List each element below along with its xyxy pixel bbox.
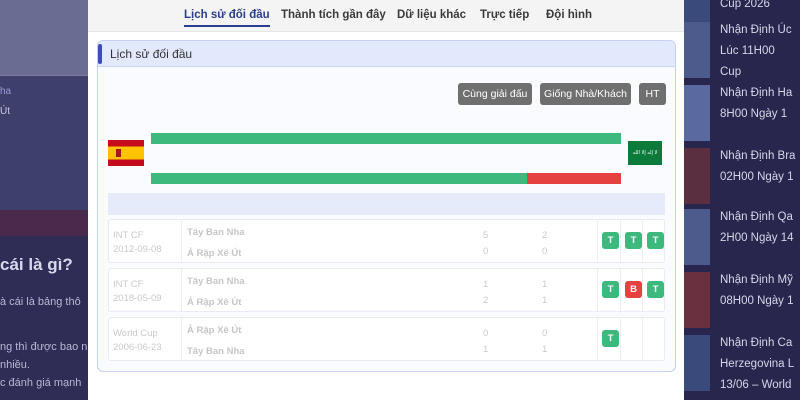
news-thumbnail <box>682 85 710 141</box>
tab-head-to-head[interactable]: Lịch sử đối đầu <box>184 9 270 27</box>
news-item[interactable]: Nhận Định Úc Lúc 11H00 Cup <box>682 20 800 82</box>
news-item[interactable]: Nhận Định Qa 2H00 Ngày 14 <box>682 207 800 269</box>
panel-accent-bar <box>98 44 102 64</box>
summary-bar-win-segment <box>151 133 621 144</box>
result-badge: T <box>602 232 619 249</box>
column-divider <box>597 220 598 262</box>
tab-recent-form[interactable]: Thành tích gần đây <box>281 9 386 21</box>
result-badge: T <box>602 330 619 347</box>
result-badge: T <box>602 281 619 298</box>
match-score-1: 0 <box>483 328 489 339</box>
matches-table-header <box>108 193 665 215</box>
match-date: 2006-06-23 <box>113 342 162 353</box>
match-team-1: Tây Ban Nha <box>187 276 245 287</box>
result-badge: T <box>647 232 664 249</box>
match-score-1: 1 <box>483 279 489 290</box>
match-team-1: Tây Ban Nha <box>187 227 245 238</box>
news-title: Nhận Định Bra 02H00 Ngày 1 <box>720 150 796 183</box>
background-banner <box>0 0 90 75</box>
column-divider <box>181 220 182 262</box>
summary-bar-win-segment <box>151 173 527 184</box>
match-ht-2: 1 <box>542 295 548 306</box>
news-thumbnail <box>682 335 710 391</box>
summary-bar-loss-segment <box>527 173 621 184</box>
result-badge: T <box>625 232 642 249</box>
column-divider <box>642 220 643 262</box>
news-thumbnail <box>682 209 710 265</box>
saudi-arabia-flag-icon: لا إله إلا الله <box>628 141 662 165</box>
news-thumbnail <box>682 272 710 328</box>
match-team-1: Ả Rập Xê Út <box>187 325 242 336</box>
panel-title: Lịch sử đối đầu <box>110 47 193 61</box>
match-score-2: 0 <box>483 246 489 257</box>
tab-bar: Lịch sử đối đầu Thành tích gần đây Dữ li… <box>88 0 684 32</box>
column-divider <box>620 269 621 311</box>
spain-flag-icon <box>108 140 144 166</box>
match-league: World Cup <box>113 328 158 339</box>
background-text: c đánh giá mạnh <box>0 377 82 389</box>
column-divider <box>620 318 621 360</box>
column-divider <box>181 318 182 360</box>
news-item[interactable]: Nhận Định Bra 02H00 Ngày 1 <box>682 146 800 208</box>
news-title: Cup 2026 <box>720 0 770 10</box>
news-item[interactable]: Nhận Định Ha 8H00 Ngày 1 <box>682 83 800 145</box>
half-time-button[interactable]: HT <box>639 83 666 105</box>
background-page-left: ha Út <box>0 0 90 400</box>
match-team-2: Tây Ban Nha <box>187 346 245 357</box>
column-divider <box>597 318 598 360</box>
column-divider <box>620 220 621 262</box>
column-divider <box>642 269 643 311</box>
summary-bar-2 <box>151 173 621 184</box>
summary-bar-1 <box>151 133 621 144</box>
head-to-head-panel: Lịch sử đối đầu Cùng giải đấu Giống Nhà/… <box>97 40 676 372</box>
match-row[interactable]: INT CF 2012-09-08 Tây Ban Nha Ả Rập Xê Ú… <box>108 219 665 263</box>
background-text: nhiều. <box>0 359 30 371</box>
result-badge: T <box>647 281 664 298</box>
background-text: à cái là bảng thô <box>0 296 81 308</box>
same-league-button[interactable]: Cùng giải đấu <box>458 83 532 105</box>
match-date: 2012-09-08 <box>113 244 162 255</box>
match-team-2: Ả Rập Xê Út <box>187 248 242 259</box>
background-heading: cái là gì? <box>0 255 73 274</box>
match-score-2: 2 <box>483 295 489 306</box>
column-divider <box>181 269 182 311</box>
match-score-1: 5 <box>483 230 489 241</box>
match-league: INT CF <box>113 279 144 290</box>
match-score-2: 1 <box>483 344 489 355</box>
background-nav <box>0 75 90 210</box>
panel-header: Lịch sử đối đầu <box>98 41 675 67</box>
match-team-2: Ả Rập Xê Út <box>187 297 242 308</box>
match-date: 2018-05-09 <box>113 293 162 304</box>
tab-other-data[interactable]: Dữ liệu khác <box>397 9 466 21</box>
background-stripe <box>0 210 90 236</box>
news-item[interactable]: Nhận Định Mỹ 08H00 Ngày 1 <box>682 270 800 332</box>
news-title: Nhận Định Ca Herzegovina L 13/06 – World <box>720 337 795 391</box>
news-thumbnail <box>682 148 710 204</box>
background-nav-item: ha <box>0 86 12 97</box>
news-title: Nhận Định Ha 8H00 Ngày 1 <box>720 87 793 120</box>
news-title: Nhận Định Mỹ 08H00 Ngày 1 <box>720 274 794 307</box>
tab-lineup[interactable]: Đội hình <box>546 9 592 21</box>
news-title: Nhận Định Qa 2H00 Ngày 14 <box>720 211 794 244</box>
match-ht-1: 0 <box>542 328 548 339</box>
match-ht-2: 0 <box>542 246 548 257</box>
match-row[interactable]: World Cup 2006-06-23 Ả Rập Xê Út Tây Ban… <box>108 317 665 361</box>
head-to-head-modal: Lịch sử đối đầu Thành tích gần đây Dữ li… <box>88 0 684 400</box>
match-ht-1: 2 <box>542 230 548 241</box>
match-ht-2: 1 <box>542 344 548 355</box>
news-item[interactable]: Nhận Định Ca Herzegovina L 13/06 – World <box>682 333 800 400</box>
news-title: Nhận Định Úc Lúc 11H00 Cup <box>720 24 792 78</box>
background-nav-item: Út <box>0 106 10 117</box>
background-text: ng thì được bao n <box>0 341 88 353</box>
background-news-sidebar: Cup 2026 Nhận Định Úc Lúc 11H00 Cup Nhận… <box>682 0 800 400</box>
match-league: INT CF <box>113 230 144 241</box>
match-ht-1: 1 <box>542 279 548 290</box>
match-row[interactable]: INT CF 2018-05-09 Tây Ban Nha Ả Rập Xê Ú… <box>108 268 665 312</box>
result-badge: B <box>625 281 642 298</box>
column-divider <box>597 269 598 311</box>
column-divider <box>642 318 643 360</box>
home-away-button[interactable]: Giống Nhà/Khách <box>540 83 631 105</box>
news-thumbnail <box>682 22 710 78</box>
tab-live[interactable]: Trực tiếp <box>480 9 529 21</box>
